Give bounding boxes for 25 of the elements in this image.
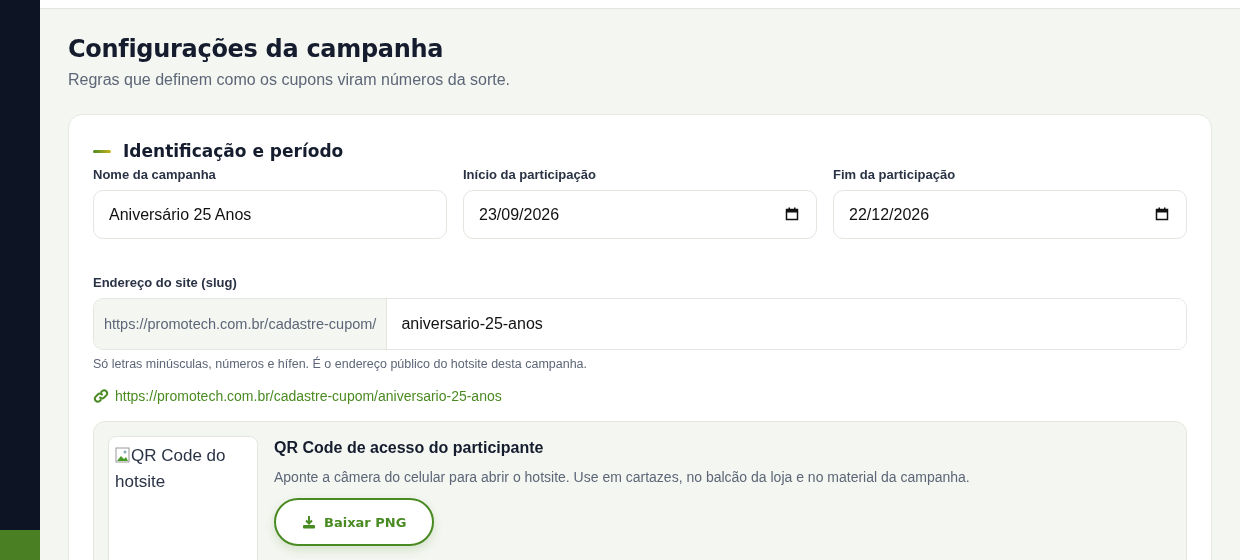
date-field[interactable]: 22/12/2026 xyxy=(833,190,1187,239)
download-button[interactable]: Baixar PNG xyxy=(274,498,435,546)
download-icon xyxy=(302,515,316,529)
qr-description: Aponte a câmera do celular para abrir o hotsite. Use em cartazes, no balcão da loja e no material da campanha. xyxy=(274,469,970,485)
slug-input-group[interactable]: https://promotech.com.br/cadastre-cupom/ aniversario-25-anos xyxy=(93,298,1187,350)
accent-bar-icon xyxy=(93,149,111,153)
field-hint: Só letras minúsculas, números e hífen. É o endereço público do hotsite desta campanha. xyxy=(93,357,588,371)
hotsite-link[interactable]: https://promotech.com.br/cadastre-cupom/aniversario-25-anos xyxy=(93,388,502,404)
field-label: Início da participação xyxy=(463,167,596,182)
field-label: Endereço do site (slug) xyxy=(93,275,237,290)
broken-image-icon xyxy=(115,447,131,463)
field-label: Fim da participação xyxy=(833,167,956,182)
date-field[interactable]: 23/09/2026 xyxy=(463,190,817,239)
url-prefix: https://promotech.com.br/cadastre-cupom/ xyxy=(94,299,388,349)
sidebar-footer xyxy=(0,530,40,560)
field-label: Nome da campanha xyxy=(93,167,216,182)
calendar-icon[interactable] xyxy=(1155,207,1169,221)
calendar-icon[interactable] xyxy=(785,207,799,221)
link-icon xyxy=(93,388,109,404)
section-title: Identificação e período xyxy=(123,141,344,161)
text-field[interactable]: Aniversário 25 Anos xyxy=(93,190,447,239)
page-title: Configurações da campanha xyxy=(68,35,444,63)
qr-title: QR Code de acesso do participante xyxy=(274,439,544,457)
image-alt-text: QR Code do hotsite xyxy=(115,446,226,491)
page-subtitle: Regras que definem como os cupons viram números da sorte. xyxy=(68,71,510,89)
